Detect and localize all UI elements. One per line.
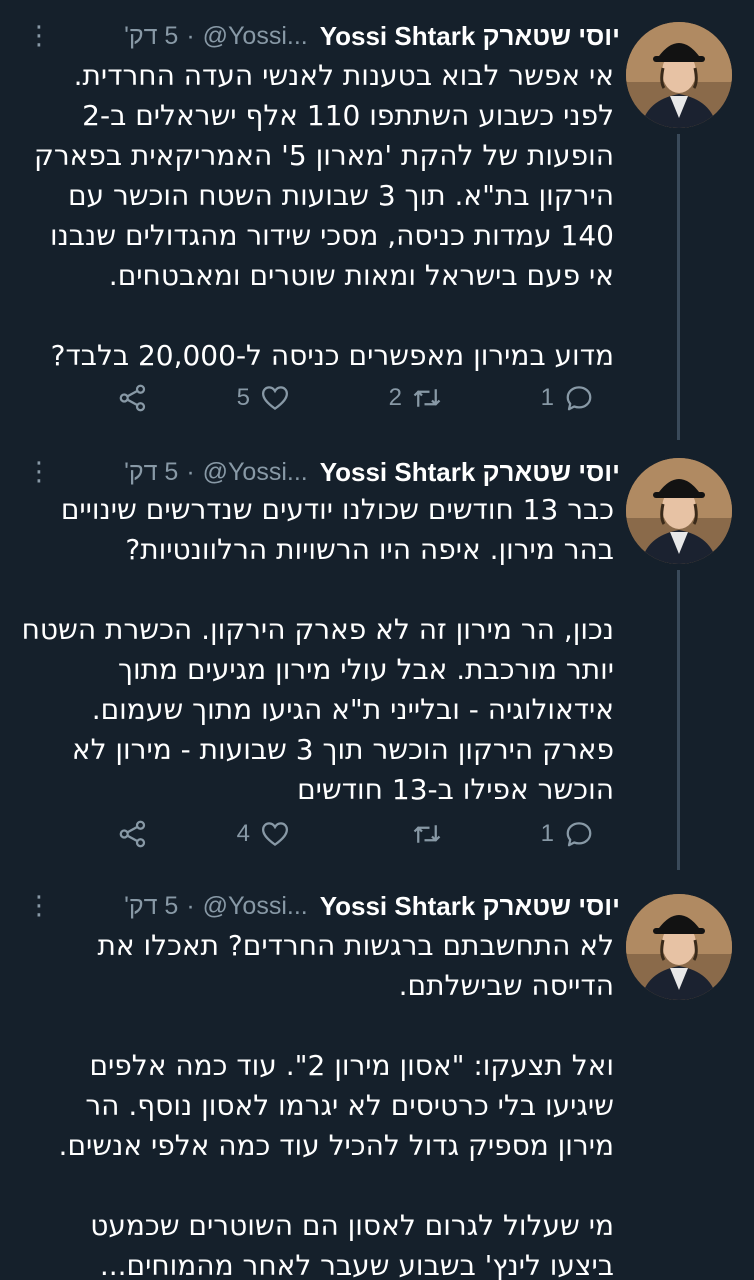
tweet-1[interactable]: יוסי שטארק Yossi Shtark @Yossi... · 5 דק… <box>0 0 754 440</box>
action-bar: 5 2 1 <box>110 378 614 418</box>
text-line: פארק הירקון הוכשר תוך 3 שבועות - מירון ל… <box>71 733 614 766</box>
text-line: יותר מורכבת. אבל עולי מירון מגיעים מתוך <box>117 653 614 686</box>
user-handle[interactable]: @Yossi... <box>203 22 308 51</box>
text-line: ואל תצעקו: "אסון מירון 2". עוד כמה אלפים <box>89 1049 614 1082</box>
profile-photo <box>626 458 732 564</box>
text-line: שיגיעו בלי כרטיסים לא יגרמו לאסון נוסף. … <box>85 1089 614 1122</box>
profile-photo <box>626 894 732 1000</box>
display-name[interactable]: יוסי שטארק Yossi Shtark <box>320 891 620 922</box>
like-count: 4 <box>236 820 250 847</box>
retweet-button[interactable]: 2 <box>388 378 442 418</box>
timestamp[interactable]: 5 דק' <box>124 458 178 487</box>
text-line: לא התחשבתם ברגשות החרדים? תאכלו את <box>97 929 615 962</box>
share-icon <box>119 820 146 848</box>
heart-icon <box>261 822 289 847</box>
reply-count: 1 <box>540 820 554 847</box>
tweet-header: יוסי שטארק Yossi Shtark @Yossi... · 5 דק… <box>18 452 620 492</box>
user-handle[interactable]: @Yossi... <box>203 892 308 921</box>
text-line: הירקון בת"א. תוך 3 שבועות השטח הוכשר עם <box>67 179 614 212</box>
text-line: מי שעלול לגרום לאסון הם השוטרים שכמעט <box>90 1209 614 1242</box>
text-line: הדייסה שבישלתם. <box>398 969 614 1002</box>
tweet-text: אי אפשר לבוא בטענות לאנשי העדה החרדית. ל… <box>12 56 614 376</box>
display-name[interactable]: יוסי שטארק Yossi Shtark <box>320 21 620 52</box>
share-icon <box>119 384 146 412</box>
retweet-button[interactable] <box>388 814 442 854</box>
reply-count: 1 <box>540 384 554 411</box>
tweet-text: לא התחשבתם ברגשות החרדים? תאכלו את הדייס… <box>12 926 614 1280</box>
separator: · <box>186 21 195 50</box>
tweet-3[interactable]: יוסי שטארק Yossi Shtark @Yossi... · 5 דק… <box>0 870 754 1280</box>
like-count: 5 <box>236 384 250 411</box>
text-line: אידאולוגיה - ובלייני ת"א הגיעו מתוך שעמו… <box>91 693 614 726</box>
text-line: ביצעו לינץ' בשבוע שעבר לאחר מהמוחים... <box>99 1249 614 1280</box>
timestamp[interactable]: 5 דק' <box>124 892 178 921</box>
retweet-icon <box>413 389 441 407</box>
tweet-text: כבר 13 חודשים שכולנו יודעים שנדרשים שינו… <box>12 490 614 810</box>
avatar[interactable] <box>626 458 732 564</box>
text-line: אי אפשר לבוא בטענות לאנשי העדה החרדית. <box>73 59 614 92</box>
text-line: אי פעם בישראל ומאות שוטרים ומאבטחים. <box>108 259 614 292</box>
reply-button[interactable]: 1 <box>540 814 594 854</box>
more-options-icon[interactable]: ⋮ <box>18 457 53 487</box>
timestamp[interactable]: 5 דק' <box>124 22 178 51</box>
like-button[interactable]: 4 <box>236 814 290 854</box>
text-line: הופעות של להקת 'מארון 5' האמריקאית בפארק <box>33 139 614 172</box>
separator: · <box>186 457 195 486</box>
thread-line <box>677 134 680 440</box>
text-line: מירון מספיק גדול להכיל עוד כמה אלפי אנשי… <box>58 1129 614 1162</box>
text-line: בהר מירון. איפה היו הרשויות הרלוונטיות? <box>125 533 614 566</box>
share-button[interactable] <box>118 814 148 854</box>
display-name[interactable]: יוסי שטארק Yossi Shtark <box>320 457 620 488</box>
text-line: הוכשר אפילו ב-13 חודשים <box>297 773 614 806</box>
thread-line <box>677 570 680 870</box>
tweet-header: יוסי שטארק Yossi Shtark @Yossi... · 5 דק… <box>18 886 620 926</box>
user-handle[interactable]: @Yossi... <box>203 458 308 487</box>
text-line: כבר 13 חודשים שכולנו יודעים שנדרשים שינו… <box>60 493 614 526</box>
text-line: לפני כשבוע השתתפו 110 אלף ישראלים ב-2 <box>82 99 614 132</box>
like-button[interactable]: 5 <box>236 378 290 418</box>
separator: · <box>186 891 195 920</box>
tweet-2[interactable]: יוסי שטארק Yossi Shtark @Yossi... · 5 דק… <box>0 440 754 870</box>
text-line: 140 עמדות כניסה, מסכי שידור מהגדולים שנב… <box>49 219 614 252</box>
heart-icon <box>261 386 289 411</box>
text-line: נכון, הר מירון זה לא פארק הירקון. הכשרת … <box>21 613 614 646</box>
more-options-icon[interactable]: ⋮ <box>18 891 53 921</box>
retweet-count: 2 <box>388 384 402 411</box>
profile-photo <box>626 22 732 128</box>
reply-icon <box>566 822 592 847</box>
share-button[interactable] <box>118 378 148 418</box>
action-bar: 4 1 <box>110 814 614 854</box>
more-options-icon[interactable]: ⋮ <box>18 21 53 51</box>
reply-button[interactable]: 1 <box>540 378 594 418</box>
avatar[interactable] <box>626 22 732 128</box>
reply-icon <box>566 386 592 411</box>
text-line: מדוע במירון מאפשרים כניסה ל-20,000 בלבד? <box>50 339 614 372</box>
avatar[interactable] <box>626 894 732 1000</box>
tweet-header: יוסי שטארק Yossi Shtark @Yossi... · 5 דק… <box>18 16 620 56</box>
retweet-icon <box>413 825 441 843</box>
